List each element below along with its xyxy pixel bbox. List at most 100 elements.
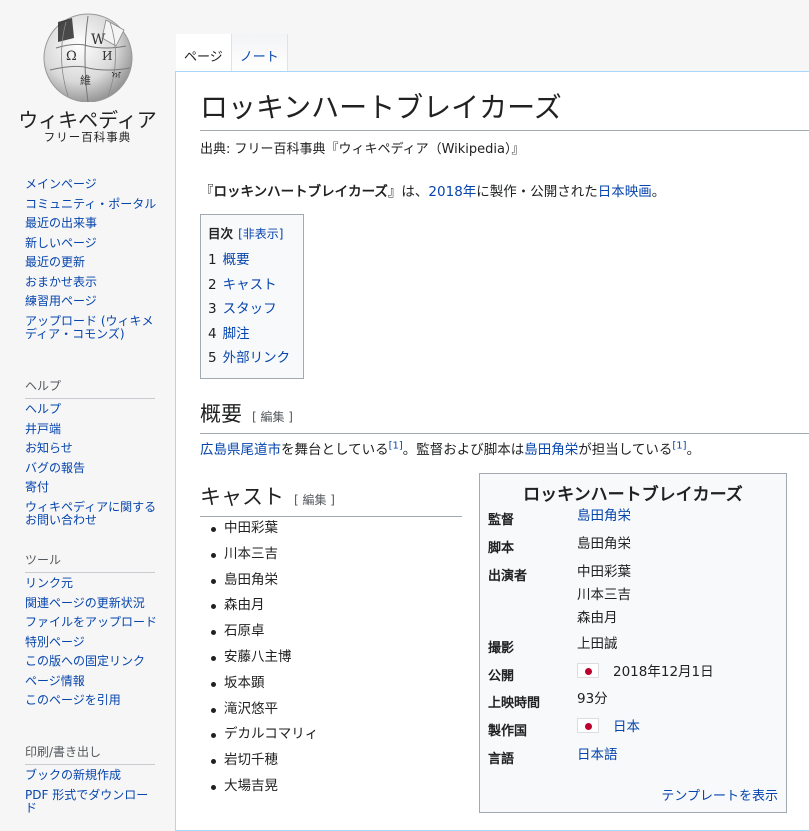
sidebar-item-village-pump[interactable]: 井戸端 — [25, 422, 160, 436]
list-item: 島田角栄 — [210, 571, 318, 589]
overview-paragraph: 広島県尾道市を舞台としている[1]。監督および脚本は島田角栄が担当している[1]… — [200, 438, 701, 459]
toc-number: 5 — [208, 350, 217, 366]
link-2018[interactable]: 2018年 — [428, 184, 476, 200]
toc-number: 2 — [208, 276, 217, 293]
lead-end: 。 — [651, 184, 666, 200]
sidebar-item-help[interactable]: ヘルプ — [25, 403, 160, 416]
tab-page[interactable]: ページ — [176, 34, 232, 72]
lead-paragraph: 『ロッキンハートブレイカーズ』は、2018年に製作・公開された日本映画。 — [200, 180, 665, 200]
overview-edit-link[interactable]: [ 編集 ] — [252, 410, 293, 424]
toc-item[interactable]: 5 外部リンク — [208, 350, 296, 366]
sidebar-heading-help[interactable]: ヘルプ — [25, 377, 155, 399]
list-item: 岩切千穂 — [210, 751, 318, 769]
sidebar-item-new-pages[interactable]: 新しいページ — [25, 236, 160, 250]
toc-item[interactable]: 4 脚注 — [208, 326, 296, 342]
overview-text-2: 。監督および脚本は — [402, 442, 525, 458]
infobox-language-link[interactable]: 日本語 — [577, 744, 618, 767]
sidebar-item-bug-report[interactable]: バグの報告 — [25, 461, 160, 475]
article-content: ロッキンハートブレイカーズ 出典: フリー百科事典『ウィキペディア（Wikipe… — [175, 71, 809, 831]
infobox-value: 上田誠 — [577, 636, 618, 652]
infobox-label: 脚本 — [488, 541, 515, 556]
japan-flag-icon — [577, 663, 599, 678]
sidebar-item-donate[interactable]: 寄付 — [25, 481, 160, 494]
film-infobox: ロッキンハートブレイカーズ 監督 島田角栄 脚本 島田角栄 出演者 中田彩葉 川… — [479, 473, 787, 813]
link-onomichi[interactable]: 尾道市 — [241, 442, 282, 458]
toc-item[interactable]: 3 スタッフ — [208, 301, 296, 317]
overview-text-4: 。 — [686, 442, 701, 458]
sidebar-item-current-events[interactable]: 最近の出来事 — [25, 217, 160, 230]
svg-text:И: И — [102, 49, 112, 63]
site-tagline: フリー百科事典 — [43, 130, 132, 144]
sidebar-item-cite-page[interactable]: このページを引用 — [25, 694, 160, 707]
lead-mid-text: に製作・公開された — [476, 184, 598, 200]
list-item: 石原卓 — [210, 622, 318, 640]
sidebar-item-sandbox[interactable]: 練習用ページ — [25, 295, 160, 308]
toc-item[interactable]: 2 キャスト — [208, 277, 296, 293]
toc-label[interactable]: 外部リンク — [223, 350, 291, 366]
list-item: 坂本顕 — [210, 674, 318, 692]
tab-talk[interactable]: ノート — [231, 34, 288, 72]
svg-text:Ω: Ω — [66, 49, 77, 64]
infobox-label: 撮影 — [488, 641, 515, 656]
sidebar-item-upload-file[interactable]: ファイルをアップロード — [25, 616, 160, 629]
list-item: 大場吉晃 — [210, 777, 318, 795]
sidebar-item-page-info[interactable]: ページ情報 — [25, 674, 160, 688]
toc-label[interactable]: スタッフ — [223, 301, 277, 317]
infobox-value: 2018年12月1日 — [577, 661, 714, 684]
toc-label[interactable]: キャスト — [223, 277, 277, 293]
sidebar-nav: メインページ コミュニティ・ポータル 最近の出来事 新しいページ 最近の更新 お… — [25, 178, 160, 347]
sidebar-item-create-book[interactable]: ブックの新規作成 — [25, 769, 160, 782]
svg-text:維: 維 — [80, 74, 91, 87]
infobox-star: 森由月 — [577, 610, 618, 626]
infobox-director-link[interactable]: 島田角栄 — [577, 505, 631, 528]
cast-list: 中田彩葉 川本三吉 島田角栄 森由月 石原卓 安藤八主博 坂本顕 滝沢悠平 デカ… — [210, 519, 318, 803]
link-director[interactable]: 島田角栄 — [524, 442, 578, 458]
infobox-release-date: 2018年12月1日 — [613, 664, 714, 680]
sidebar-help-list: ヘルプ 井戸端 お知らせ バグの報告 寄付 ウィキペディアに関するお問い合わせ — [25, 403, 160, 533]
svg-text:W: W — [91, 32, 106, 48]
sidebar-item-download-pdf[interactable]: PDF 形式でダウンロード — [25, 788, 160, 815]
overview-text-3: が担当している — [578, 442, 673, 458]
sidebar-item-upload-commons[interactable]: アップロード (ウィキメディア・コモンズ) — [25, 314, 160, 341]
puzzle-globe-icon: W Ω И 維 ਅ — [43, 13, 133, 102]
table-of-contents: 目次 [非表示] 1 概要 2 キャスト 3 スタッフ 4 脚注 5 外部リンク — [200, 214, 304, 379]
list-item: 滝沢悠平 — [210, 700, 318, 718]
sidebar-item-special-pages[interactable]: 特別ページ — [25, 635, 160, 649]
overview-text-1: を舞台としている — [281, 442, 389, 458]
sidebar-item-random[interactable]: おまかせ表示 — [25, 275, 160, 289]
link-japanese-film[interactable]: 日本映画 — [598, 184, 652, 200]
site-subtitle: 出典: フリー百科事典『ウィキペディア（Wikipedia）』 — [200, 142, 525, 157]
infobox-template-link[interactable]: テンプレートを表示 — [661, 785, 778, 804]
toc-label[interactable]: 概要 — [223, 252, 250, 268]
infobox-country-link[interactable]: 日本 — [613, 719, 640, 735]
cast-heading-text: キャスト — [200, 485, 284, 509]
reference-1[interactable]: [1] — [389, 441, 403, 452]
sidebar-item-notices[interactable]: お知らせ — [25, 442, 160, 455]
list-item: デカルコマリィ — [210, 726, 319, 743]
sidebar-item-main-page[interactable]: メインページ — [25, 178, 160, 191]
infobox-title: ロッキンハートブレイカーズ — [523, 485, 743, 505]
sidebar-item-community-portal[interactable]: コミュニティ・ポータル — [25, 197, 160, 211]
infobox-label: 言語 — [488, 752, 515, 767]
link-hiroshima[interactable]: 広島県 — [200, 442, 241, 458]
sidebar-heading-tools[interactable]: ツール — [25, 551, 155, 573]
sidebar-item-related-changes[interactable]: 関連ページの更新状況 — [25, 596, 160, 610]
list-item: 安藤八主博 — [210, 648, 318, 666]
lead-open-quote: 『 — [200, 184, 214, 200]
infobox-value: 島田角栄 — [577, 536, 631, 552]
toc-toggle[interactable]: [非表示] — [238, 227, 283, 241]
toc-item[interactable]: 1 概要 — [208, 252, 296, 268]
reference-1b[interactable]: [1] — [672, 441, 686, 452]
toc-label[interactable]: 脚注 — [223, 326, 250, 342]
sidebar-item-recent-changes[interactable]: 最近の更新 — [25, 256, 160, 269]
wikipedia-logo[interactable]: W Ω И 維 ਅ ウィキペディア フリー百科事典 — [0, 0, 175, 160]
cast-edit-link[interactable]: [ 編集 ] — [294, 493, 335, 507]
sidebar-heading-print[interactable]: 印刷/書き出し — [25, 743, 155, 765]
sidebar-item-permanent-link[interactable]: この版への固定リンク — [25, 655, 160, 668]
sidebar-item-what-links-here[interactable]: リンク元 — [25, 577, 160, 590]
infobox-label: 公開 — [488, 669, 515, 684]
svg-text:ਅ: ਅ — [111, 70, 121, 81]
toc-title: 目次 — [208, 226, 234, 241]
japan-flag-icon — [577, 718, 599, 733]
sidebar-item-contact[interactable]: ウィキペディアに関するお問い合わせ — [25, 500, 160, 527]
